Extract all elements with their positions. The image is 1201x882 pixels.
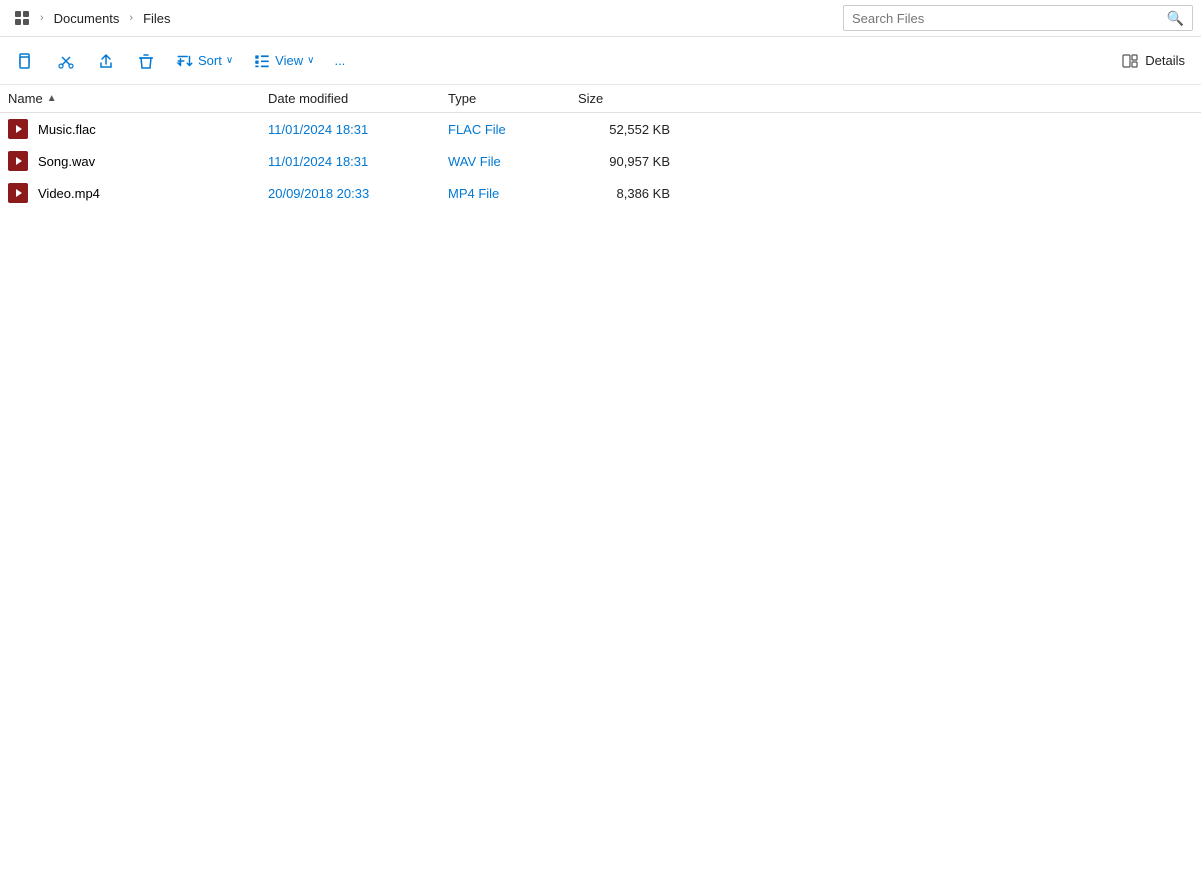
file-type: WAV File	[448, 154, 578, 169]
file-list: Music.flac 11/01/2024 18:31 FLAC File 52…	[0, 113, 1201, 209]
file-list-header: Name ▲ Date modified Type Size	[0, 85, 1201, 113]
file-date: 11/01/2024 18:31	[268, 154, 448, 169]
file-date: 20/09/2018 20:33	[268, 186, 448, 201]
file-name: Video.mp4	[8, 183, 268, 203]
table-row[interactable]: Video.mp4 20/09/2018 20:33 MP4 File 8,38…	[0, 177, 1201, 209]
new-button[interactable]	[8, 43, 44, 79]
breadcrumb-sep-2: ›	[129, 12, 133, 24]
file-type: FLAC File	[448, 122, 578, 137]
file-date: 11/01/2024 18:31	[268, 122, 448, 137]
breadcrumb-area: › Documents › Files	[8, 4, 839, 32]
delete-button[interactable]	[128, 43, 164, 79]
details-button[interactable]: Details	[1113, 47, 1193, 75]
sort-label: Sort	[198, 53, 222, 68]
sort-button[interactable]: Sort ∨	[168, 47, 241, 75]
col-header-size[interactable]: Size	[578, 91, 678, 106]
breadcrumb-sep-1: ›	[40, 12, 44, 24]
search-input[interactable]	[852, 11, 1163, 26]
view-button[interactable]: View ∨	[245, 47, 322, 75]
details-label: Details	[1145, 53, 1185, 68]
file-size: 8,386 KB	[578, 186, 678, 201]
breadcrumb-files[interactable]: Files	[137, 9, 176, 28]
file-size: 90,957 KB	[578, 154, 678, 169]
share-button[interactable]	[88, 43, 124, 79]
view-chevron: ∨	[307, 55, 314, 66]
name-sort-arrow: ▲	[47, 93, 57, 104]
file-icon	[8, 119, 28, 139]
file-size: 52,552 KB	[578, 122, 678, 137]
table-row[interactable]: Music.flac 11/01/2024 18:31 FLAC File 52…	[0, 113, 1201, 145]
view-label: View	[275, 53, 303, 68]
file-type: MP4 File	[448, 186, 578, 201]
more-button[interactable]: ...	[326, 48, 353, 73]
breadcrumb-documents[interactable]: Documents	[48, 9, 126, 28]
sort-chevron: ∨	[226, 55, 233, 66]
toolbar: Sort ∨ View ∨ ... Details	[0, 37, 1201, 85]
titlebar: › Documents › Files 🔍	[0, 0, 1201, 37]
col-header-name[interactable]: Name ▲	[8, 91, 268, 106]
system-icon[interactable]	[8, 4, 36, 32]
file-icon	[8, 151, 28, 171]
file-icon	[8, 183, 28, 203]
cut-button[interactable]	[48, 43, 84, 79]
col-header-type[interactable]: Type	[448, 91, 578, 106]
search-icon: 🔍	[1167, 10, 1184, 27]
table-row[interactable]: Song.wav 11/01/2024 18:31 WAV File 90,95…	[0, 145, 1201, 177]
more-label: ...	[334, 53, 345, 68]
file-name: Song.wav	[8, 151, 268, 171]
search-bar[interactable]: 🔍	[843, 5, 1193, 31]
file-name: Music.flac	[8, 119, 268, 139]
col-header-date[interactable]: Date modified	[268, 91, 448, 106]
